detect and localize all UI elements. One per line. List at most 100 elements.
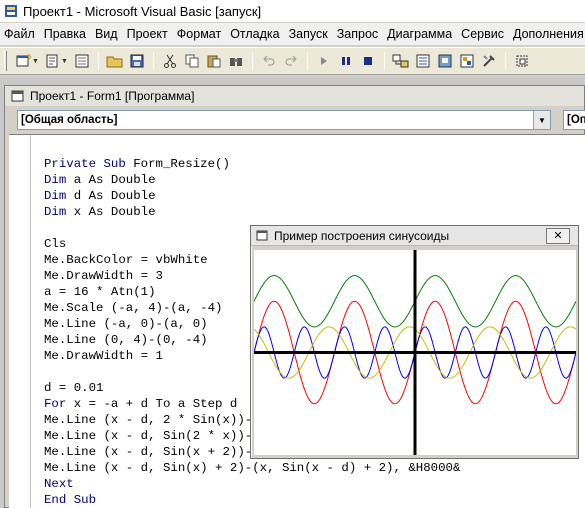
code-text-run: Me.Line (-a, 0)-(a, 0)	[44, 317, 208, 331]
code-text-run: Form_Resize()	[125, 157, 230, 171]
toolbar-separator	[384, 52, 385, 70]
code-keyword: Dim	[44, 173, 67, 187]
close-button[interactable]: ✕	[546, 227, 570, 244]
redo-button[interactable]	[280, 50, 302, 72]
find-button[interactable]	[225, 50, 247, 72]
menu-bar: Файл Правка Вид Проект Формат Отладка За…	[0, 23, 585, 45]
form-layout-icon	[438, 54, 452, 68]
chevron-down-icon[interactable]: ▼	[32, 58, 40, 65]
code-text-run: Me.BackColor = vbWhite	[44, 253, 208, 267]
copy-icon	[185, 54, 199, 68]
chevron-down-icon[interactable]: ▼	[61, 58, 69, 65]
code-keyword: Next	[44, 477, 74, 491]
stop-icon	[364, 57, 372, 65]
break-button[interactable]	[335, 50, 357, 72]
menu-run[interactable]: Запуск	[289, 27, 328, 41]
open-project-icon	[106, 56, 123, 68]
form-titlebar[interactable]: Пример построения синусоиды ✕	[251, 226, 578, 246]
vb-app-icon	[5, 5, 17, 17]
object-combo[interactable]: [Общая область] ▼	[17, 110, 551, 130]
code-line[interactable]: Next	[44, 476, 468, 492]
mdi-client-area: Проект1 - Form1 [Программа] [Общая облас…	[0, 77, 585, 508]
margin-indicator-bar[interactable]	[9, 135, 31, 508]
close-icon: ✕	[553, 230, 563, 242]
code-window-icon	[11, 90, 24, 102]
object-browser-button[interactable]	[456, 50, 478, 72]
copy-button[interactable]	[181, 50, 203, 72]
form-layout-button[interactable]	[434, 50, 456, 72]
sine-form-window[interactable]: Пример построения синусоиды ✕	[250, 225, 579, 459]
object-combo-value: [Общая область]	[21, 114, 118, 126]
procedure-combo[interactable]: [Оп	[563, 110, 585, 130]
menu-format[interactable]: Формат	[177, 27, 221, 41]
code-line[interactable]: Me.Line (x - d, Sin(x) + 2)-(x, Sin(x - …	[44, 460, 468, 476]
code-keyword: End Sub	[44, 493, 97, 507]
add-form-icon	[16, 53, 32, 67]
paste-button[interactable]	[203, 50, 225, 72]
object-browser-icon	[460, 54, 474, 68]
form-title: Пример построения синусоиды	[274, 228, 450, 243]
menu-tools[interactable]: Сервис	[461, 27, 504, 41]
toolbar-separator	[505, 52, 506, 70]
code-window-title: Проект1 - Form1 [Программа]	[30, 89, 195, 103]
code-text-run: Me.DrawWidth = 3	[44, 269, 163, 283]
menu-debug[interactable]: Отладка	[230, 27, 279, 41]
menu-editor-button[interactable]	[71, 50, 93, 72]
menu-project[interactable]: Проект	[127, 27, 168, 41]
code-keyword: Dim	[44, 189, 67, 203]
code-window-titlebar[interactable]: Проект1 - Form1 [Программа]	[5, 86, 584, 106]
cut-icon	[164, 54, 176, 68]
project-explorer-button[interactable]	[390, 50, 412, 72]
code-text-run: Me.DrawWidth = 1	[44, 349, 163, 363]
save-project-button[interactable]	[126, 50, 148, 72]
code-keyword: For	[44, 397, 67, 411]
code-line[interactable]: End Sub	[44, 492, 468, 508]
undo-button[interactable]	[258, 50, 280, 72]
stop-button[interactable]	[357, 50, 379, 72]
code-text-run: Me.Line (0, 4)-(0, -4)	[44, 333, 208, 347]
code-text-run: x = -a + d To a Step d	[66, 397, 238, 411]
properties-button[interactable]	[412, 50, 434, 72]
menu-file[interactable]: Файл	[4, 27, 35, 41]
data-view-icon	[516, 55, 528, 67]
code-line[interactable]: Private Sub Form_Resize()	[44, 156, 468, 172]
code-keyword: Private Sub	[44, 157, 126, 171]
toolbox-icon	[483, 55, 495, 67]
redo-icon	[285, 55, 297, 66]
open-project-button[interactable]	[104, 50, 126, 72]
window-titlebar: Проект1 - Microsoft Visual Basic [запуск…	[0, 0, 585, 22]
menu-diagram[interactable]: Диаграмма	[387, 27, 452, 41]
cut-button[interactable]	[159, 50, 181, 72]
menu-view[interactable]: Вид	[95, 27, 118, 41]
code-line[interactable]: Dim x As Double	[44, 204, 468, 220]
run-button[interactable]	[313, 50, 335, 72]
code-text-run: a As Double	[66, 173, 156, 187]
run-icon	[321, 57, 327, 65]
code-line[interactable]: Dim d As Double	[44, 188, 468, 204]
toolbar-separator	[307, 52, 308, 70]
toolbar-grip[interactable]	[4, 51, 7, 71]
toolbar-separator	[252, 52, 253, 70]
window-title: Проект1 - Microsoft Visual Basic [запуск…	[23, 3, 262, 19]
toolbox-button[interactable]	[478, 50, 500, 72]
project-explorer-icon	[392, 54, 409, 68]
menu-addins[interactable]: Дополнения	[513, 27, 584, 41]
code-text-run: x As Double	[66, 205, 156, 219]
menu-edit[interactable]: Правка	[44, 27, 86, 41]
find-icon	[230, 58, 242, 66]
form-icon	[256, 230, 268, 241]
save-project-icon	[130, 54, 144, 68]
add-module-icon	[46, 54, 58, 68]
menu-query[interactable]: Запрос	[337, 27, 378, 41]
code-text-run: Me.Scale (-a, 4)-(a, -4)	[44, 301, 223, 315]
chevron-down-icon[interactable]: ▼	[533, 111, 550, 129]
code-text-run: d As Double	[66, 189, 156, 203]
toolbar-separator	[153, 52, 154, 70]
code-keyword: Dim	[44, 205, 67, 219]
data-view-button[interactable]	[511, 50, 533, 72]
code-line[interactable]: Dim a As Double	[44, 172, 468, 188]
menu-editor-icon	[75, 54, 89, 68]
properties-icon	[416, 54, 430, 68]
code-text-run: Cls	[44, 237, 67, 251]
toolbar-separator	[98, 52, 99, 70]
